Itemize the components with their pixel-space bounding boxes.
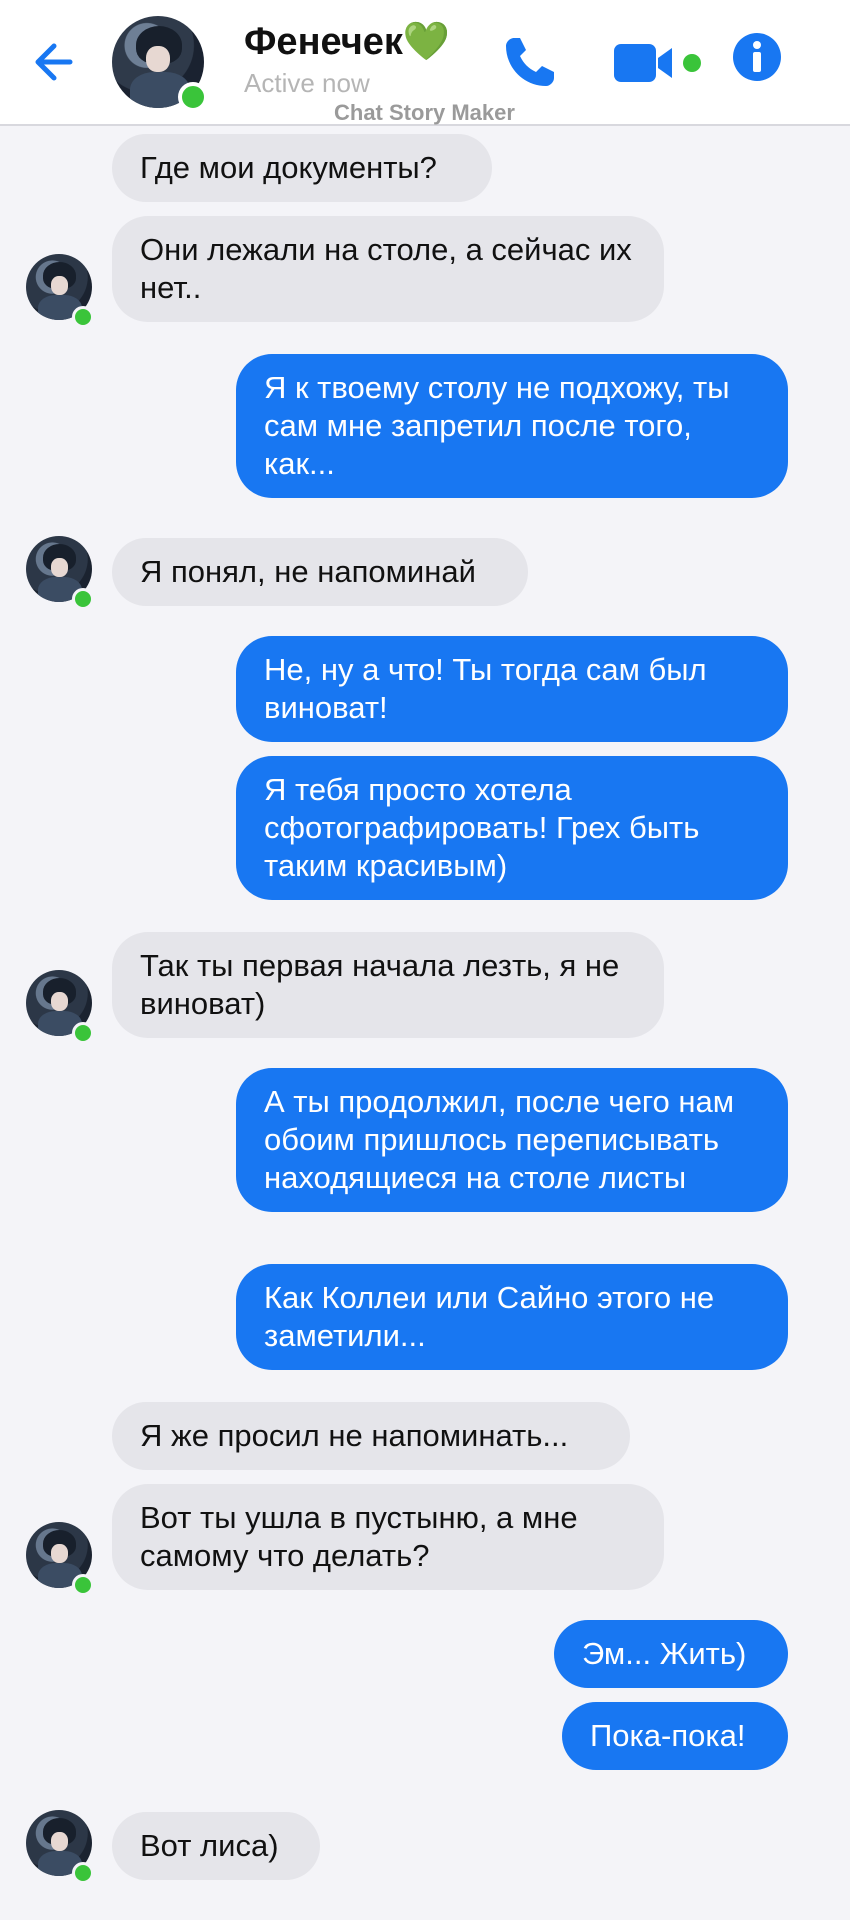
watermark-text: Chat Story Maker (334, 100, 515, 125)
message-outgoing[interactable]: Не, ну а что! Ты тогда сам был виноват! (236, 636, 788, 742)
message-incoming[interactable]: Я же просил не напоминать... (112, 1402, 630, 1470)
message-incoming[interactable]: Я понял, не напоминай (112, 538, 528, 606)
message-outgoing[interactable]: Как Коллеи или Сайно этого не заметили..… (236, 1264, 788, 1370)
contact-name-text: Фенечек (244, 21, 403, 63)
message-incoming[interactable]: Вот лиса) (112, 1812, 320, 1880)
back-button[interactable] (30, 36, 86, 88)
message-outgoing[interactable]: А ты продолжил, после чего нам обоим при… (236, 1068, 788, 1212)
active-status-text: Active now (244, 68, 370, 98)
message-outgoing[interactable]: Эм... Жить) (554, 1620, 788, 1688)
info-icon (733, 33, 781, 81)
call-button[interactable] (500, 32, 560, 92)
video-call-button[interactable] (612, 38, 704, 88)
online-status-dot (178, 82, 208, 112)
video-camera-icon (614, 44, 701, 82)
message-outgoing[interactable]: Я тебя просто хотела сфотографировать! Г… (236, 756, 788, 900)
contact-name[interactable]: Фенечек💚 (244, 20, 450, 64)
online-status-dot (72, 588, 94, 610)
message-outgoing[interactable]: Пока-пока! (562, 1702, 788, 1770)
online-status-dot (72, 1862, 94, 1884)
message-incoming[interactable]: Где мои документы? (112, 134, 492, 202)
info-button[interactable] (732, 32, 782, 82)
message-outgoing[interactable]: Я к твоему столу не подхожу, ты сам мне … (236, 354, 788, 498)
arrow-left-icon (35, 43, 73, 81)
avatar-face (51, 992, 68, 1011)
avatar-face (51, 276, 68, 295)
message-incoming[interactable]: Они лежали на столе, а сейчас их нет.. (112, 216, 664, 322)
chat-header: Фенечек💚 Active now Chat Story Maker (0, 0, 850, 126)
avatar-face (51, 1544, 68, 1563)
online-status-dot (72, 306, 94, 328)
avatar-face (146, 46, 170, 72)
phone-icon (506, 38, 554, 86)
online-status-dot (72, 1574, 94, 1596)
message-incoming[interactable]: Так ты первая начала лезть, я не виноват… (112, 932, 664, 1038)
avatar-face (51, 1832, 68, 1851)
avatar-face (51, 558, 68, 577)
message-incoming[interactable]: Вот ты ушла в пустыню, а мне самому что … (112, 1484, 664, 1590)
green-heart-icon: 💚 (402, 21, 451, 63)
online-status-dot (72, 1022, 94, 1044)
